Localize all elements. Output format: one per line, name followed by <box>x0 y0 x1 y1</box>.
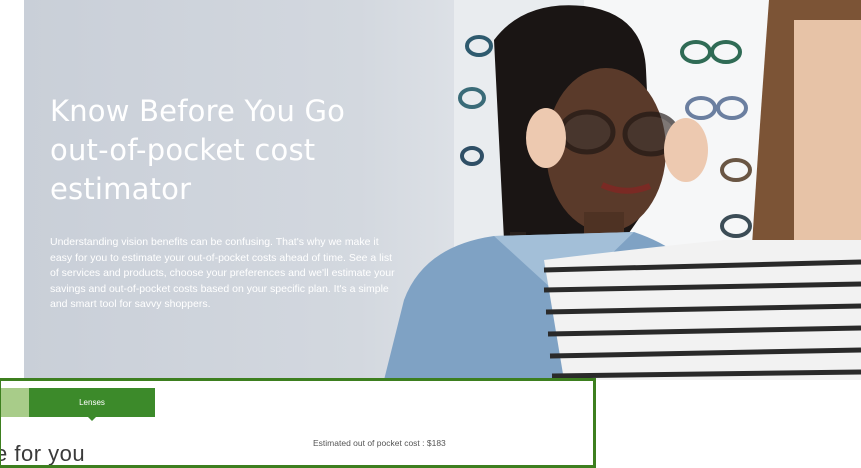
tab-previous[interactable] <box>1 388 29 417</box>
hero-title-line-1: Know Before You Go <box>50 94 346 128</box>
hero-text-block: Know Before You Go out-of-pocket cost es… <box>50 92 400 323</box>
tab-lenses[interactable]: Lenses <box>29 388 155 417</box>
estimated-cost-text: Estimated out of pocket cost : $183 <box>313 438 446 448</box>
hero-title-line-3: estimator <box>50 172 192 206</box>
cost-estimator-widget: Lenses e for you Estimated out of pocket… <box>0 378 596 468</box>
hero-title-line-2: out-of-pocket cost <box>50 133 316 167</box>
hero-banner: Know Before You Go out-of-pocket cost es… <box>24 0 861 380</box>
hero-description: Understanding vision benefits can be con… <box>50 236 395 310</box>
hero-title: Know Before You Go out-of-pocket cost es… <box>50 92 400 209</box>
estimator-heading: e for you <box>0 441 86 466</box>
active-tab-indicator <box>88 417 96 421</box>
